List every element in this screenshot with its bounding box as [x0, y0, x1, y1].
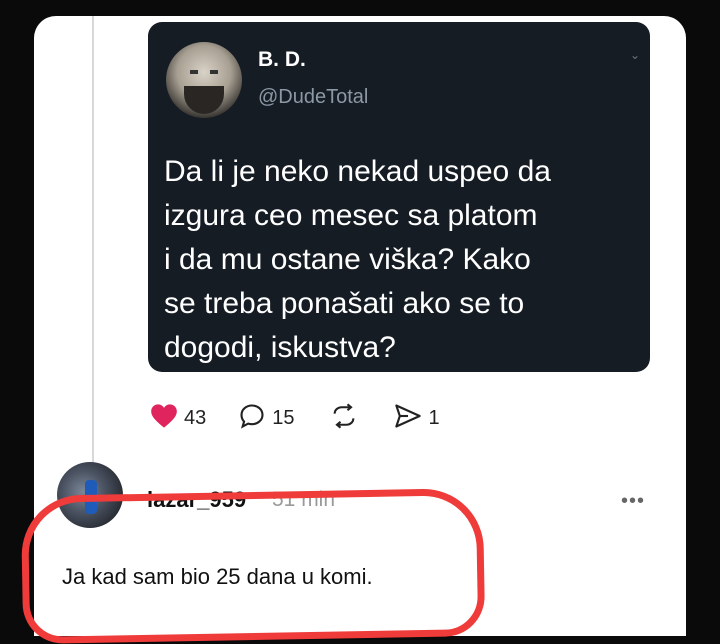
avatar-beard: [184, 86, 224, 114]
like-count: 43: [184, 406, 207, 429]
share-icon: [393, 402, 423, 435]
repost-button[interactable]: [329, 402, 359, 435]
more-icon[interactable]: •••: [621, 490, 645, 513]
comment-button[interactable]: 15: [238, 402, 295, 435]
post-actions: 43 15 1: [150, 403, 462, 433]
tweet-author-name: B. D.: [258, 48, 306, 71]
share-count: 1: [428, 406, 440, 429]
chevron-down-icon: ⌄: [630, 48, 641, 62]
avatar-eyes: [190, 70, 218, 74]
repost-icon: [329, 402, 359, 435]
thread-line: [92, 16, 94, 466]
like-button[interactable]: 43: [150, 403, 206, 434]
heart-icon: [150, 403, 178, 434]
share-button[interactable]: 1: [393, 402, 440, 435]
comment-count: 15: [272, 406, 295, 429]
tweet-text: Da li je neko nekad uspeo da izgura ceo …: [164, 155, 551, 364]
tweet-author-avatar: [166, 42, 242, 118]
comment-icon: [238, 402, 266, 435]
tweet-author-handle: @DudeTotal: [258, 86, 369, 108]
